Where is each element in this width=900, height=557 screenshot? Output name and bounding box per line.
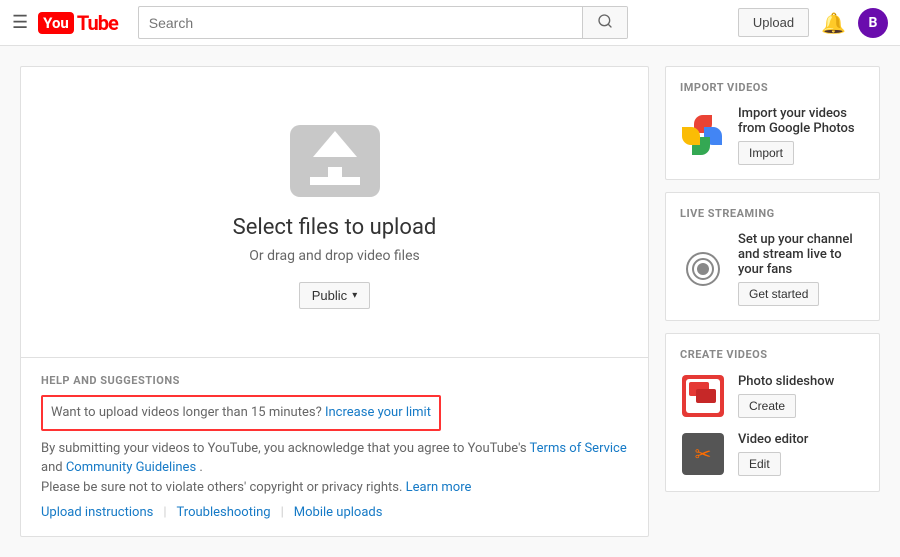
upload-icon [290,125,380,197]
learn-more-link[interactable]: Learn more [406,480,472,495]
upload-arrow-base [310,177,360,185]
upload-title: Select files to upload [233,215,437,240]
search-bar [138,6,628,39]
help-section: HELP AND SUGGESTIONS Want to upload vide… [21,357,648,536]
help-text-static: Want to upload videos longer than 15 min… [51,405,322,420]
create-title: CREATE VIDEOS [680,348,865,361]
avatar[interactable]: B [858,8,888,38]
upload-subtitle: Or drag and drop video files [249,248,419,264]
search-button[interactable] [582,7,627,38]
privacy-rights-text: Please be sure not to violate others' co… [41,480,402,495]
slideshow-icon-graphic [682,375,724,417]
troubleshooting-link[interactable]: Troubleshooting [167,505,281,520]
tos-and: and [41,460,63,475]
create-slideshow-button[interactable]: Create [738,394,796,418]
increase-limit-link[interactable]: Increase your limit [325,405,431,420]
upload-arrow [313,131,357,157]
main-layout: Select files to upload Or drag and drop … [0,46,900,557]
import-description: Import your videos from Google Photos [738,106,865,136]
sidebar: IMPORT VIDEOS Import your videos from Go… [665,66,880,537]
veditor-title: Video editor [738,432,865,447]
petal-yellow [682,127,700,145]
live-title: LIVE STREAMING [680,207,865,220]
create-videos-card: CREATE VIDEOS Photo slideshow Create [665,333,880,492]
slideshow-info: Photo slideshow Create [738,374,865,418]
upload-zone[interactable]: Select files to upload Or drag and drop … [21,67,648,357]
import-button[interactable]: Import [738,141,794,165]
privacy-button[interactable]: Public ▾ [299,282,370,309]
slideshow-item: Photo slideshow Create [680,373,865,419]
logo-text: Tube [77,11,118,35]
help-highlight-text: Want to upload videos longer than 15 min… [51,405,431,420]
google-photos-icon [680,113,726,159]
tos-text: By submitting your videos to YouTube, yo… [41,439,628,498]
slideshow-img-2 [696,389,716,403]
video-editor-icon: ✂ [680,431,726,477]
video-editor-item: ✂ Video editor Edit [680,431,865,477]
slideshow-inner [686,379,720,413]
edit-video-button[interactable]: Edit [738,452,781,476]
pinwheel [682,115,724,157]
slideshow-icon [680,373,726,419]
upload-button[interactable]: Upload [738,8,809,37]
community-guidelines-link[interactable]: Community Guidelines [66,460,196,475]
live-icon-graphic [682,248,724,290]
tos-link[interactable]: Terms of Service [530,441,627,456]
live-ring-inner [692,258,714,280]
youtube-logo[interactable]: YouTube [38,11,118,35]
mobile-uploads-link[interactable]: Mobile uploads [284,505,393,520]
upload-area: Select files to upload Or drag and drop … [20,66,649,537]
scissors-icon: ✂ [695,442,712,466]
veditor-info: Video editor Edit [738,432,865,476]
logo-box: You [38,12,74,34]
header-actions: Upload 🔔 B [738,8,888,38]
get-started-button[interactable]: Get started [738,282,819,306]
import-title: IMPORT VIDEOS [680,81,865,94]
menu-icon[interactable]: ☰ [12,12,28,33]
live-info: Set up your channel and stream live to y… [738,232,865,306]
tos-static: By submitting your videos to YouTube, yo… [41,441,527,456]
upload-instructions-link[interactable]: Upload instructions [41,505,163,520]
search-icon [597,13,613,29]
help-highlight-box: Want to upload videos longer than 15 min… [41,395,441,431]
import-item: Import your videos from Google Photos Im… [680,106,865,165]
chevron-down-icon: ▾ [352,290,357,301]
help-title: HELP AND SUGGESTIONS [41,374,628,387]
notification-icon[interactable]: 🔔 [821,11,846,35]
live-streaming-icon [680,246,726,292]
live-description: Set up your channel and stream live to y… [738,232,865,277]
search-input[interactable] [139,9,582,37]
privacy-label: Public [312,288,347,303]
import-info: Import your videos from Google Photos Im… [738,106,865,165]
veditor-icon-graphic: ✂ [682,433,724,475]
period: . [199,460,202,475]
live-item: Set up your channel and stream live to y… [680,232,865,306]
live-streaming-card: LIVE STREAMING Set up your channel and s… [665,192,880,321]
slideshow-title: Photo slideshow [738,374,865,389]
header: ☰ YouTube Upload 🔔 B [0,0,900,46]
help-links-row: Upload instructions | Troubleshooting | … [41,505,628,520]
import-videos-card: IMPORT VIDEOS Import your videos from Go… [665,66,880,180]
